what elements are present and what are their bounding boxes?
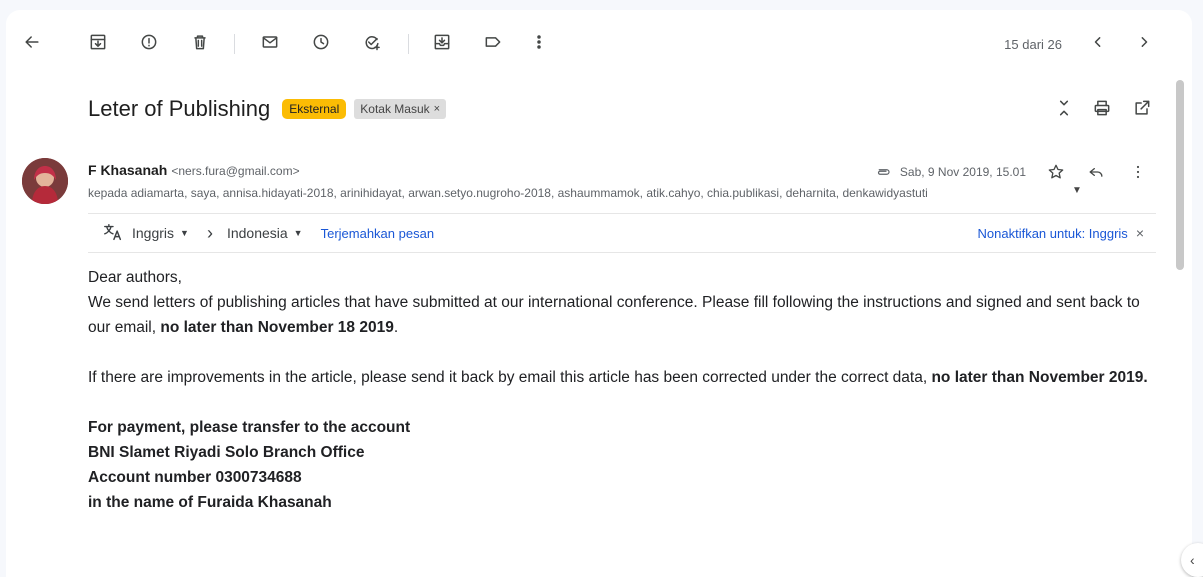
chevron-right-icon: › <box>206 222 213 243</box>
caret-down-icon: ▼ <box>180 228 189 238</box>
scrollbar[interactable] <box>1176 80 1184 270</box>
avatar[interactable] <box>22 158 68 204</box>
target-language-select[interactable]: Indonesia ▼ <box>227 225 303 241</box>
translation-disable: Nonaktifkan untuk: Inggris × <box>978 225 1145 241</box>
more-vert-icon[interactable] <box>525 28 553 56</box>
paragraph-2: If there are improvements in the article… <box>88 369 1148 386</box>
sender-meta: Sab, 9 Nov 2019, 15.01 <box>874 162 1148 182</box>
disable-translation-link[interactable]: Nonaktifkan untuk: Inggris <box>978 226 1128 241</box>
chevron-left-icon: ‹ <box>1190 552 1195 568</box>
close-icon[interactable]: × <box>1136 225 1144 241</box>
star-icon[interactable] <box>1046 162 1066 182</box>
paragraph-1: We send letters of publishing articles t… <box>88 294 1140 336</box>
mark-unread-icon[interactable] <box>256 28 284 56</box>
label-icon[interactable] <box>479 28 507 56</box>
payment-line-2: BNI Slamet Riyadi Solo Branch Office <box>88 444 365 461</box>
add-task-icon[interactable] <box>358 28 386 56</box>
chevron-right-icon[interactable] <box>1130 28 1158 56</box>
external-badge: Eksternal <box>282 99 347 119</box>
more-vert-icon[interactable] <box>1128 162 1148 182</box>
caret-down-icon[interactable]: ▼ <box>1072 185 1082 196</box>
sender-email: <ners.fura@gmail.com> <box>171 164 300 178</box>
back-arrow-icon[interactable] <box>18 28 46 56</box>
greeting: Dear authors, <box>88 269 182 286</box>
email-date: Sab, 9 Nov 2019, 15.01 <box>899 165 1026 179</box>
remove-label-icon[interactable]: × <box>434 103 440 115</box>
translate-icon <box>102 221 124 246</box>
attachment-icon <box>877 169 890 175</box>
email-view: 15 dari 26 Leter of Publishing Eksternal… <box>6 10 1192 577</box>
translate-message-link[interactable]: Terjemahkan pesan <box>321 226 434 241</box>
print-icon[interactable] <box>1090 96 1114 120</box>
subject-row: Leter of Publishing Eksternal Kotak Masu… <box>88 92 447 126</box>
sender-row: F Khasanah <ners.fura@gmail.com> Sab, 9 N… <box>88 162 1148 182</box>
move-to-icon[interactable] <box>428 28 456 56</box>
pager-count: 15 dari 26 <box>1004 37 1062 52</box>
delete-icon[interactable] <box>186 28 214 56</box>
recipients-list: kepada adiamarta, saya, annisa.hidayati-… <box>88 186 928 200</box>
report-spam-icon[interactable] <box>135 28 163 56</box>
toolbar: 15 dari 26 <box>6 24 1192 60</box>
inbox-label[interactable]: Kotak Masuk × <box>354 99 447 119</box>
payment-line-4: in the name of Furaida Khasanah <box>88 494 332 511</box>
email-body: Dear authors, We send letters of publish… <box>88 265 1158 515</box>
collapse-all-icon[interactable] <box>1052 96 1076 120</box>
inbox-label-text: Kotak Masuk <box>360 102 430 116</box>
open-new-window-icon[interactable] <box>1130 96 1154 120</box>
reply-icon[interactable] <box>1086 162 1106 182</box>
email-subject: Leter of Publishing <box>88 96 271 121</box>
sender-name[interactable]: F Khasanah <box>88 162 167 178</box>
target-language: Indonesia <box>226 225 288 241</box>
payment-line-3: Account number 0300734688 <box>88 469 302 486</box>
archive-icon[interactable] <box>84 28 112 56</box>
payment-line-1: For payment, please transfer to the acco… <box>88 419 411 436</box>
translation-bar: Inggris ▼ › Indonesia ▼ Terjemahkan pesa… <box>88 213 1156 253</box>
chevron-left-icon[interactable] <box>1084 28 1112 56</box>
source-language: Inggris <box>132 225 175 241</box>
source-language-select[interactable]: Inggris ▼ <box>132 225 189 241</box>
caret-down-icon: ▼ <box>293 228 303 238</box>
snooze-icon[interactable] <box>307 28 335 56</box>
